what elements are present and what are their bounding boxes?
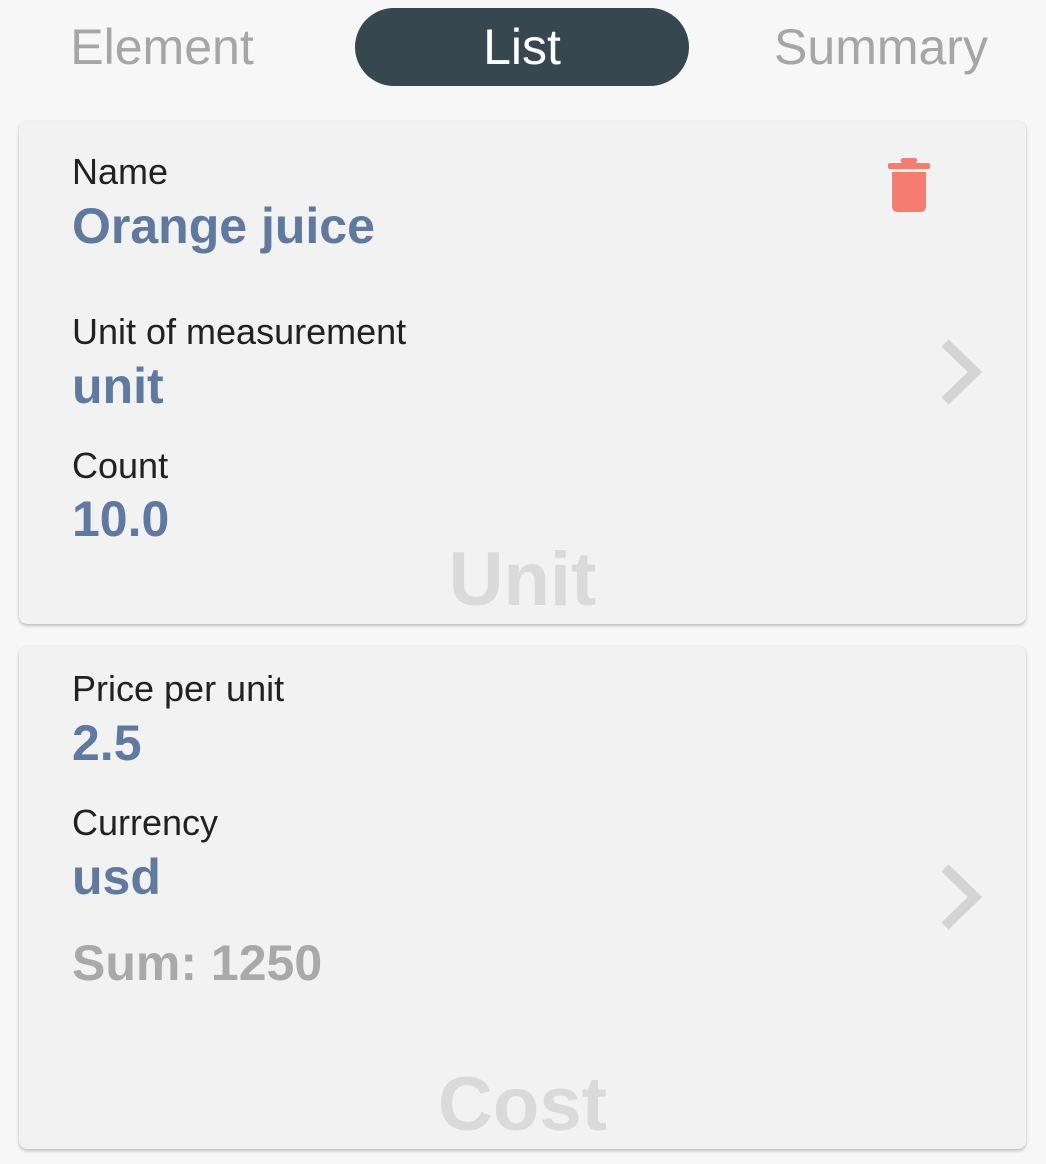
- card-watermark-unit: Unit: [448, 537, 597, 622]
- currency-value: usd: [72, 849, 161, 905]
- count-label: Count: [72, 445, 169, 486]
- tab-element[interactable]: Element: [42, 8, 282, 86]
- card-watermark-cost: Cost: [438, 1062, 607, 1147]
- tab-list[interactable]: List: [355, 8, 689, 86]
- trash-icon[interactable]: [888, 158, 930, 212]
- unit-label: Unit of measurement: [72, 311, 407, 352]
- sum-text: Sum: 1250: [72, 935, 323, 991]
- name-value: Orange juice: [72, 198, 375, 254]
- name-label: Name: [72, 151, 169, 192]
- cost-card[interactable]: Price per unit 2.5 Currency usd Sum: 125…: [19, 646, 1026, 1149]
- tab-bar: Element List Summary: [0, 0, 1046, 100]
- chevron-right-icon[interactable]: [937, 862, 985, 932]
- chevron-right-icon[interactable]: [937, 337, 985, 407]
- price-value: 2.5: [72, 715, 142, 771]
- price-label: Price per unit: [72, 668, 285, 709]
- currency-label: Currency: [72, 802, 219, 843]
- tab-summary[interactable]: Summary: [752, 8, 1010, 86]
- unit-card[interactable]: Name Orange juice Unit of measurement un…: [19, 121, 1026, 624]
- unit-value: unit: [72, 358, 164, 414]
